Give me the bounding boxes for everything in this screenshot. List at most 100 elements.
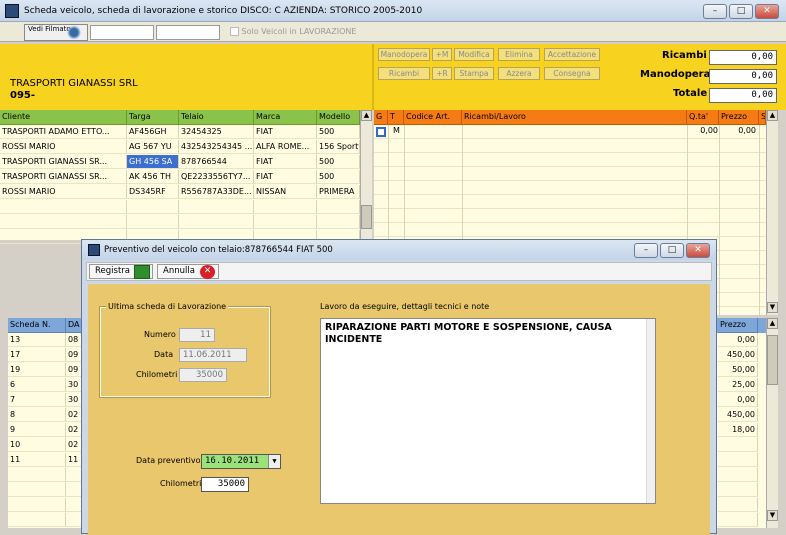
vehicles-scrollbar[interactable]: ▲ bbox=[360, 110, 372, 240]
col-prezzo-hist[interactable]: Prezzo bbox=[718, 318, 758, 333]
scroll-up-arrow[interactable]: ▲ bbox=[767, 318, 778, 329]
km-field[interactable]: 35000 bbox=[201, 477, 249, 492]
history-scheda-cell[interactable] bbox=[8, 483, 66, 497]
history-prezzo-cell[interactable] bbox=[718, 483, 758, 497]
toolbar-field-1[interactable] bbox=[90, 25, 154, 40]
vehicle-cell[interactable]: 156 Sportw bbox=[317, 140, 360, 154]
vehicle-cell[interactable]: ALFA ROME... bbox=[254, 140, 317, 154]
modifica-button[interactable]: Modifica bbox=[454, 48, 494, 61]
vehicle-cell[interactable]: 500 bbox=[317, 155, 360, 169]
vehicle-cell[interactable]: GH 456 SA bbox=[127, 155, 179, 169]
stampa-button[interactable]: Stampa bbox=[454, 67, 494, 80]
lavoro-textarea[interactable]: RIPARAZIONE PARTI MOTORE E SOSPENSIONE, … bbox=[320, 318, 656, 504]
history-prezzo-cell[interactable]: 18,00 bbox=[718, 423, 758, 437]
solo-lavorazione-checkbox[interactable]: Solo Veicoli in LAVORAZIONE bbox=[230, 27, 356, 36]
data-preventivo-field[interactable]: 16.10.2011 ▼ bbox=[201, 454, 281, 469]
manodopera-button[interactable]: Manodopera bbox=[378, 48, 430, 61]
history-prezzo-cell[interactable]: 0,00 bbox=[718, 393, 758, 407]
history-prezzo-cell[interactable] bbox=[718, 513, 758, 527]
col-prezzo[interactable]: Prezzo bbox=[719, 110, 759, 125]
vehicle-cell[interactable]: 432543254345 ... bbox=[179, 140, 254, 154]
vehicle-cell[interactable]: AF456GH bbox=[127, 125, 179, 139]
history-scheda-cell[interactable]: 7 bbox=[8, 393, 66, 407]
history-scheda-cell[interactable]: 17 bbox=[8, 348, 66, 362]
elimina-button[interactable]: Elimina bbox=[498, 48, 540, 61]
add-ricambi-button[interactable]: +R bbox=[432, 67, 452, 80]
history-scheda-cell[interactable]: 13 bbox=[8, 333, 66, 347]
history-prezzo-cell[interactable] bbox=[718, 438, 758, 452]
vehicle-cell[interactable]: QE2233556TY7... bbox=[179, 170, 254, 184]
scroll-up-arrow[interactable]: ▲ bbox=[767, 110, 778, 121]
history-scheda-cell[interactable]: 8 bbox=[8, 408, 66, 422]
empty-cell[interactable] bbox=[0, 200, 127, 214]
vehicle-cell[interactable]: TRASPORTI GIANASSI SR... bbox=[0, 170, 127, 184]
scroll-down-arrow[interactable]: ▼ bbox=[767, 302, 778, 313]
vehicle-cell[interactable]: 500 bbox=[317, 170, 360, 184]
col-g[interactable]: G bbox=[374, 110, 388, 125]
vehicle-cell[interactable]: ROSSI MARIO bbox=[0, 185, 127, 199]
consegna-button[interactable]: Consegna bbox=[544, 67, 600, 80]
close-button[interactable]: ✕ bbox=[755, 4, 779, 19]
col-s[interactable]: S bbox=[759, 110, 766, 125]
empty-cell[interactable] bbox=[254, 200, 317, 214]
vehicle-cell[interactable]: FIAT bbox=[254, 125, 317, 139]
empty-cell[interactable] bbox=[0, 215, 127, 229]
vehicle-cell[interactable]: TRASPORTI ADAMO ETTO... bbox=[0, 125, 127, 139]
scroll-up-arrow[interactable]: ▲ bbox=[361, 110, 372, 121]
vehicle-cell[interactable]: FIAT bbox=[254, 155, 317, 169]
col-modello[interactable]: Modello bbox=[317, 110, 360, 125]
history-prezzo-cell[interactable]: 450,00 bbox=[718, 348, 758, 362]
vehicle-cell[interactable]: 32454325 bbox=[179, 125, 254, 139]
vehicle-cell[interactable]: AK 456 TH bbox=[127, 170, 179, 184]
history-prezzo-cell[interactable] bbox=[718, 453, 758, 467]
accettazione-button[interactable]: Accettazione bbox=[544, 48, 600, 61]
vehicle-cell[interactable]: NISSAN bbox=[254, 185, 317, 199]
vehicle-cell[interactable]: FIAT bbox=[254, 170, 317, 184]
empty-cell[interactable] bbox=[254, 215, 317, 229]
history-scheda-cell[interactable]: 19 bbox=[8, 363, 66, 377]
history-scheda-cell[interactable] bbox=[8, 468, 66, 482]
col-ricambi-lavoro[interactable]: Ricambi/Lavoro bbox=[462, 110, 687, 125]
maximize-button[interactable]: □ bbox=[729, 4, 753, 19]
dialog-minimize-button[interactable]: – bbox=[634, 243, 658, 258]
history-scheda-cell[interactable] bbox=[8, 498, 66, 512]
col-targa[interactable]: Targa bbox=[127, 110, 179, 125]
parts-scrollbar[interactable]: ▲ ▼ bbox=[766, 110, 778, 315]
memo-scrollbar[interactable] bbox=[646, 319, 655, 503]
registra-button[interactable]: Registra bbox=[89, 264, 153, 279]
dialog-close-button[interactable]: ✕ bbox=[686, 243, 710, 258]
empty-cell[interactable] bbox=[179, 200, 254, 214]
vehicle-cell[interactable]: ROSSI MARIO bbox=[0, 140, 127, 154]
history-prezzo-cell[interactable]: 25,00 bbox=[718, 378, 758, 392]
history-scheda-cell[interactable]: 11 bbox=[8, 453, 66, 467]
empty-cell[interactable] bbox=[317, 215, 360, 229]
dialog-maximize-button[interactable]: □ bbox=[660, 243, 684, 258]
empty-cell[interactable] bbox=[127, 215, 179, 229]
toolbar-field-2[interactable] bbox=[156, 25, 220, 40]
empty-cell[interactable] bbox=[317, 200, 360, 214]
scroll-thumb[interactable] bbox=[361, 205, 372, 229]
history-prezzo-cell[interactable] bbox=[718, 468, 758, 482]
vehicle-cell[interactable]: R556787A33DE... bbox=[179, 185, 254, 199]
history-prezzo-cell[interactable] bbox=[718, 498, 758, 512]
col-scheda[interactable]: Scheda N. bbox=[8, 318, 66, 333]
history-prezzo-cell[interactable]: 450,00 bbox=[718, 408, 758, 422]
vehicle-cell[interactable]: AG 567 YU bbox=[127, 140, 179, 154]
col-codice[interactable]: Codice Art. bbox=[404, 110, 462, 125]
history-scheda-cell[interactable] bbox=[8, 513, 66, 527]
history-scheda-cell[interactable]: 10 bbox=[8, 438, 66, 452]
vehicle-cell[interactable]: DS345RF bbox=[127, 185, 179, 199]
ricambi-button[interactable]: Ricambi bbox=[378, 67, 430, 80]
history-prezzo-cell[interactable]: 0,00 bbox=[718, 333, 758, 347]
vehicle-cell[interactable]: 878766544 bbox=[179, 155, 254, 169]
empty-cell[interactable] bbox=[179, 215, 254, 229]
col-t[interactable]: T bbox=[388, 110, 404, 125]
scroll-down-arrow[interactable]: ▼ bbox=[767, 510, 778, 521]
vehicle-cell[interactable]: PRIMERA bbox=[317, 185, 360, 199]
col-marca[interactable]: Marca bbox=[254, 110, 317, 125]
minimize-button[interactable]: – bbox=[703, 4, 727, 19]
g-checkbox[interactable] bbox=[376, 127, 386, 137]
vehicle-cell[interactable]: TRASPORTI GIANASSI SR... bbox=[0, 155, 127, 169]
history-prezzo-cell[interactable]: 50,00 bbox=[718, 363, 758, 377]
history-scrollbar[interactable]: ▲ ▼ bbox=[766, 318, 778, 528]
